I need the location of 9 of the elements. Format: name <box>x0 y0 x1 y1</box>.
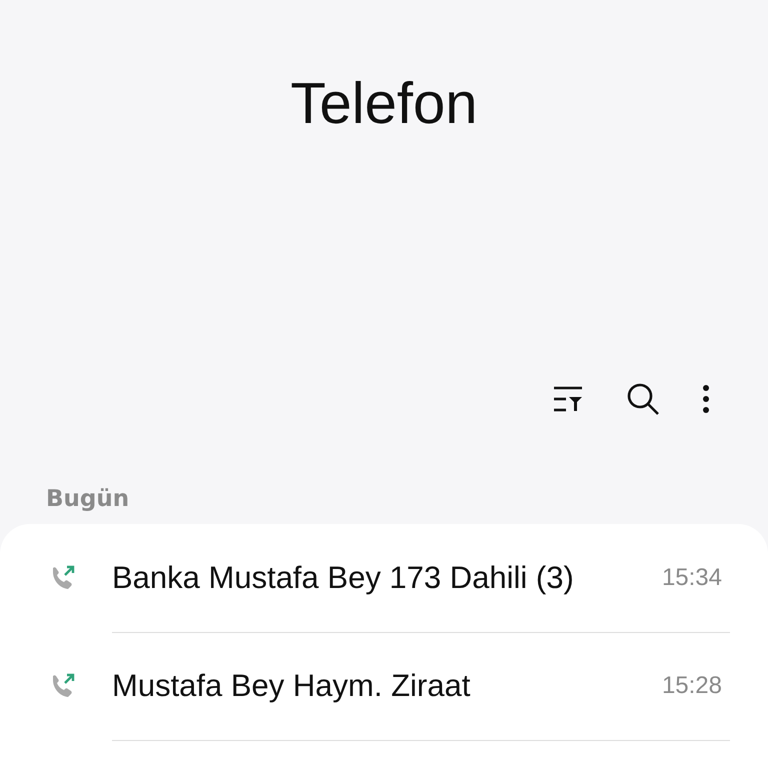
page-title: Telefon <box>290 70 478 137</box>
contact-name[interactable]: Banka Mustafa Bey 173 Dahili (3) <box>112 560 574 596</box>
filter-icon[interactable] <box>552 385 584 413</box>
call-time: 15:28 <box>662 672 722 700</box>
more-options-icon[interactable] <box>702 384 710 414</box>
search-icon[interactable] <box>626 382 660 416</box>
contact-name[interactable]: Mustafa Bey Haym. Ziraat <box>112 668 470 704</box>
section-header: Bugün <box>46 486 130 512</box>
call-time: 15:34 <box>662 564 722 592</box>
